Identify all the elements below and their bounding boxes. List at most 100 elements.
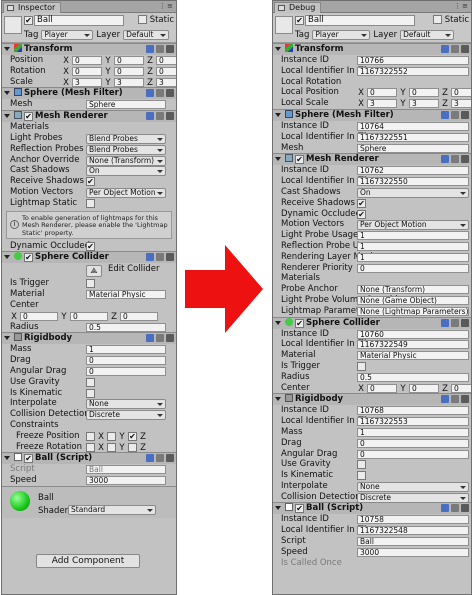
sphere-collider-header[interactable]: ✔ Sphere Collider	[273, 316, 471, 329]
drag-field[interactable]: 0	[86, 356, 166, 366]
pos-z-field[interactable]: 0	[451, 88, 471, 98]
local-id-field[interactable]: 1167322552	[357, 66, 469, 76]
preset-icon[interactable]	[451, 110, 459, 119]
scale-x-field[interactable]: 3	[367, 99, 397, 109]
gear-icon[interactable]	[461, 110, 469, 119]
use-gravity-checkbox[interactable]	[86, 377, 95, 387]
scale-x-field[interactable]: 3	[72, 77, 102, 87]
speed-field[interactable]: 3000	[357, 547, 469, 557]
instance-id-field[interactable]: 10768	[357, 406, 469, 416]
help-icon[interactable]	[441, 45, 449, 53]
mesh-renderer-header[interactable]: ✔ Mesh Renderer	[2, 110, 176, 123]
local-id-field[interactable]: 1167322551	[357, 132, 469, 142]
script-enabled-checkbox[interactable]: ✔	[295, 504, 304, 514]
foldout-arrow-icon[interactable]	[4, 91, 10, 98]
dynamic-occluded-checkbox[interactable]: ✔	[86, 241, 95, 251]
materials-row[interactable]: Materials	[273, 273, 471, 284]
static-toggle[interactable]: Static	[137, 15, 174, 26]
help-icon[interactable]	[146, 45, 154, 53]
rotation-y-field[interactable]: 0	[114, 66, 144, 76]
rotation-x-field[interactable]: 0	[72, 66, 102, 76]
mass-field[interactable]: 1	[357, 427, 469, 437]
scale-y-field[interactable]: 3	[114, 77, 144, 87]
instance-id-field[interactable]: 10764	[357, 121, 469, 131]
preset-icon[interactable]	[156, 112, 164, 121]
gear-icon[interactable]	[166, 454, 174, 463]
foldout-arrow-icon[interactable]	[275, 112, 281, 120]
mesh-filter-header[interactable]: Sphere (Mesh Filter)	[2, 87, 176, 100]
tag-dropdown[interactable]: Player	[312, 29, 371, 40]
script-field[interactable]: Ball	[357, 537, 469, 547]
help-icon[interactable]	[146, 454, 154, 463]
lightmap-static-checkbox[interactable]	[86, 198, 95, 208]
instance-id-field[interactable]: 10762	[357, 166, 469, 176]
gear-icon[interactable]	[166, 89, 174, 98]
foldout-arrow-icon[interactable]	[275, 47, 281, 54]
sphere-collider-header[interactable]: ✔ Sphere Collider	[2, 251, 176, 264]
collider-material-field[interactable]: Material Physic	[357, 351, 469, 361]
help-icon[interactable]	[146, 334, 154, 343]
cast-shadows-dropdown[interactable]: On	[357, 187, 469, 198]
help-icon[interactable]	[441, 395, 449, 404]
light-probes-dropdown[interactable]: Blend Probes	[86, 133, 166, 144]
preset-icon[interactable]	[156, 89, 164, 98]
tag-dropdown[interactable]: Player	[41, 29, 94, 40]
instance-id-field[interactable]: 10766	[357, 56, 469, 65]
pos-x-field[interactable]: 0	[367, 88, 397, 98]
help-icon[interactable]	[146, 253, 154, 262]
position-x-field[interactable]: 0	[72, 56, 102, 65]
help-icon[interactable]	[146, 89, 154, 98]
drag-field[interactable]: 0	[357, 438, 469, 448]
gameobject-name-field[interactable]: Ball	[305, 15, 415, 26]
help-icon[interactable]	[441, 110, 449, 119]
preset-icon[interactable]	[451, 318, 459, 327]
freeze-rot-x-checkbox[interactable]	[86, 442, 95, 452]
collider-material-field[interactable]: Material Physic	[86, 290, 166, 300]
constraints-row[interactable]: Constraints	[2, 420, 176, 431]
position-z-field[interactable]: 0	[156, 56, 176, 65]
instance-id-field[interactable]: 10758	[357, 515, 469, 525]
script-enabled-checkbox[interactable]: ✔	[24, 454, 33, 464]
gameobject-active-checkbox[interactable]: ✔	[24, 16, 33, 25]
panel-menu-icon[interactable]: ⋮≡	[454, 2, 469, 10]
transform-header[interactable]: Transform	[2, 43, 176, 55]
help-icon[interactable]	[441, 155, 449, 164]
preset-icon[interactable]	[451, 45, 459, 53]
gear-icon[interactable]	[166, 45, 174, 53]
pos-y-field[interactable]: 0	[409, 88, 439, 98]
gameobject-active-checkbox[interactable]: ✔	[295, 16, 304, 25]
local-id-field[interactable]: 1167322549	[357, 340, 469, 350]
inspector-tab[interactable]: Inspector	[3, 2, 62, 13]
rotation-z-field[interactable]: 0	[156, 66, 176, 76]
foldout-arrow-icon[interactable]	[275, 397, 281, 404]
is-trigger-checkbox[interactable]	[357, 361, 366, 371]
preset-icon[interactable]	[451, 504, 459, 513]
mesh-renderer-enabled-checkbox[interactable]: ✔	[24, 112, 33, 122]
center-y-field[interactable]: 0	[70, 311, 108, 321]
transform-header[interactable]: Transform	[273, 43, 471, 55]
ball-script-header[interactable]: ✔ Ball (Script)	[273, 502, 471, 515]
use-gravity-checkbox[interactable]	[357, 460, 366, 470]
help-icon[interactable]	[441, 318, 449, 327]
interpolate-dropdown[interactable]: None	[357, 481, 469, 492]
rigidbody-header[interactable]: Rigidbody	[2, 332, 176, 345]
receive-shadows-checkbox[interactable]: ✔	[86, 177, 95, 187]
gameobject-name-field[interactable]: Ball	[34, 15, 124, 26]
center-y-field[interactable]: 0	[409, 383, 439, 393]
static-toggle[interactable]: Static	[432, 15, 469, 26]
foldout-arrow-icon[interactable]	[4, 47, 10, 54]
local-rotation-row[interactable]: Local Rotation	[273, 77, 471, 88]
freeze-rot-z-checkbox[interactable]	[128, 442, 137, 452]
gear-icon[interactable]	[461, 395, 469, 404]
cast-shadows-dropdown[interactable]: On	[86, 166, 166, 177]
scale-z-field[interactable]: 3	[156, 77, 176, 87]
mesh-renderer-enabled-checkbox[interactable]: ✔	[295, 155, 304, 165]
motion-vectors-dropdown[interactable]: Per Object Motion	[357, 220, 469, 231]
preset-icon[interactable]	[451, 155, 459, 164]
freeze-pos-z-checkbox[interactable]: ✔	[128, 431, 137, 441]
speed-field[interactable]: 3000	[86, 476, 166, 486]
is-kinematic-checkbox[interactable]	[357, 471, 366, 481]
center-x-field[interactable]: 0	[20, 311, 58, 321]
edit-collider-icon[interactable]: ⟁	[86, 265, 102, 278]
gear-icon[interactable]	[166, 112, 174, 121]
